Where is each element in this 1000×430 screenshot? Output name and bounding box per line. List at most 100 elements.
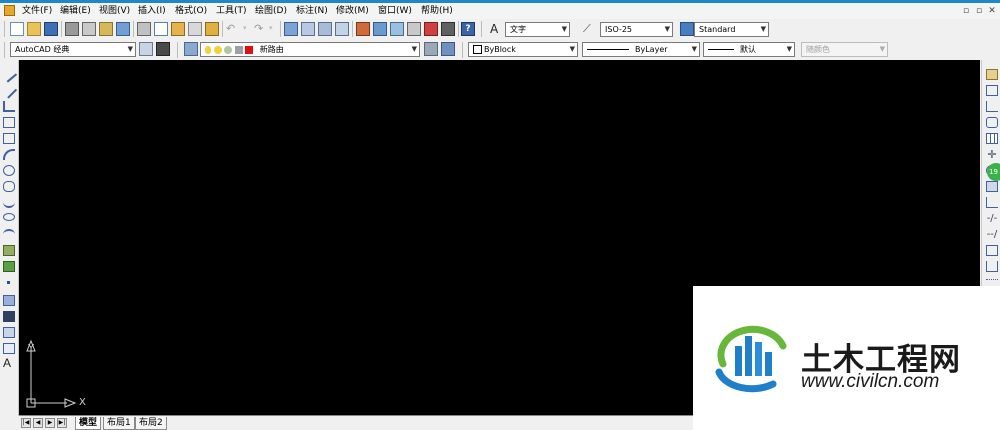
- menu-window[interactable]: 窗口(W): [378, 5, 412, 17]
- app-icon[interactable]: [4, 5, 15, 16]
- table-style-icon[interactable]: [680, 22, 694, 36]
- menu-edit[interactable]: 编辑(E): [60, 5, 91, 17]
- menu-view[interactable]: 视图(V): [99, 5, 130, 17]
- block-editor-icon[interactable]: [205, 22, 219, 36]
- layer-previous-icon[interactable]: [441, 42, 455, 56]
- markup-icon[interactable]: [424, 22, 438, 36]
- cut-icon[interactable]: [137, 22, 151, 36]
- table-style-select[interactable]: Standard ▼: [694, 22, 769, 37]
- spline-icon[interactable]: [3, 197, 15, 208]
- stretch-icon[interactable]: [986, 197, 998, 208]
- layer-manager-icon[interactable]: [184, 42, 198, 56]
- color-select[interactable]: ByBlock ▼: [468, 42, 578, 57]
- make-block-icon[interactable]: [3, 261, 15, 272]
- zoom-window-icon[interactable]: [318, 22, 332, 36]
- scale-icon[interactable]: [986, 181, 998, 192]
- zoom-previous-icon[interactable]: [335, 22, 349, 36]
- layer-select[interactable]: 新路由 ▼: [200, 42, 420, 57]
- dim-style-value: ISO-25: [605, 25, 633, 34]
- redo-icon[interactable]: ↷: [254, 22, 268, 36]
- ellipse-icon[interactable]: [3, 213, 15, 221]
- print-icon[interactable]: [65, 22, 79, 36]
- tab-model[interactable]: 模型: [75, 417, 102, 430]
- menu-draw[interactable]: 绘图(D): [255, 5, 287, 17]
- dim-style-icon[interactable]: ⟋: [583, 22, 597, 36]
- sheet-set-icon[interactable]: [407, 22, 421, 36]
- more-tools-icon[interactable]: [986, 279, 998, 283]
- move-icon[interactable]: ✛: [986, 149, 998, 160]
- first-tab-icon[interactable]: |◀: [21, 418, 31, 428]
- prev-tab-icon[interactable]: ◀: [33, 418, 43, 428]
- zoom-realtime-icon[interactable]: [301, 22, 315, 36]
- close-icon[interactable]: ✕: [986, 5, 998, 17]
- point-icon[interactable]: [7, 281, 10, 284]
- next-tab-icon[interactable]: ▶: [45, 418, 55, 428]
- text-style-select[interactable]: 文字 ▼: [505, 22, 570, 37]
- publish-icon[interactable]: [99, 22, 113, 36]
- open-folder-icon[interactable]: [27, 22, 41, 36]
- arc-icon[interactable]: [3, 149, 15, 160]
- multiline-text-icon[interactable]: A: [3, 357, 15, 369]
- minimize-icon[interactable]: ▫: [960, 5, 972, 17]
- break-icon[interactable]: [986, 261, 998, 272]
- new-file-icon[interactable]: [10, 22, 24, 36]
- offset-icon[interactable]: [986, 117, 998, 128]
- help-icon[interactable]: ?: [461, 22, 475, 36]
- pan-icon[interactable]: [284, 22, 298, 36]
- restore-icon[interactable]: ▫: [973, 5, 985, 17]
- ucs-y-label: Y: [28, 343, 35, 354]
- 3d-dwf-icon[interactable]: [116, 22, 130, 36]
- menu-format[interactable]: 格式(O): [175, 5, 207, 17]
- menu-modify[interactable]: 修改(M): [336, 5, 369, 17]
- table-icon[interactable]: [3, 343, 15, 354]
- break-at-point-icon[interactable]: [986, 245, 998, 256]
- insert-block-icon[interactable]: [3, 245, 15, 256]
- last-tab-icon[interactable]: ▶|: [57, 418, 67, 428]
- gradient-icon[interactable]: [3, 311, 15, 322]
- circle-icon[interactable]: [3, 165, 15, 176]
- tool-palettes-icon[interactable]: [390, 22, 404, 36]
- mirror-icon[interactable]: [986, 101, 998, 112]
- properties-icon[interactable]: [356, 22, 370, 36]
- design-center-icon[interactable]: [373, 22, 387, 36]
- line-icon[interactable]: [0, 66, 18, 83]
- match-properties-icon[interactable]: [188, 22, 202, 36]
- extend-icon[interactable]: --/: [986, 229, 998, 240]
- erase-icon[interactable]: [986, 69, 998, 80]
- print-preview-icon[interactable]: [82, 22, 96, 36]
- ellipse-arc-icon[interactable]: [3, 229, 15, 240]
- copy-icon[interactable]: [154, 22, 168, 36]
- trim-icon[interactable]: -/-: [986, 213, 998, 224]
- text-style-value: 文字: [510, 25, 526, 34]
- revision-cloud-icon[interactable]: [3, 181, 15, 192]
- text-style-icon[interactable]: A: [490, 22, 504, 36]
- construction-line-icon[interactable]: [0, 82, 18, 99]
- workspace-save-icon[interactable]: [156, 42, 170, 56]
- polyline-icon[interactable]: [3, 101, 15, 112]
- paste-icon[interactable]: [171, 22, 185, 36]
- workspace-settings-icon[interactable]: [139, 42, 153, 56]
- chevron-down-icon: ▼: [760, 25, 766, 33]
- status-badge[interactable]: 19: [987, 163, 1000, 181]
- calculator-icon[interactable]: [441, 22, 455, 36]
- dim-style-select[interactable]: ISO-25 ▼: [600, 22, 673, 37]
- rectangle-icon[interactable]: [3, 133, 15, 144]
- tab-layout2[interactable]: 布局2: [135, 417, 167, 430]
- make-current-layer-icon[interactable]: [424, 42, 438, 56]
- copy-object-icon[interactable]: [986, 85, 998, 96]
- workspace-select[interactable]: AutoCAD 经典 ▼: [10, 42, 136, 57]
- menu-insert[interactable]: 插入(I): [138, 5, 166, 17]
- lineweight-select[interactable]: 默认 ▼: [703, 42, 795, 57]
- menu-dimension[interactable]: 标注(N): [296, 5, 328, 17]
- menu-help[interactable]: 帮助(H): [421, 5, 453, 17]
- save-icon[interactable]: [44, 22, 58, 36]
- menu-file[interactable]: 文件(F): [22, 5, 52, 17]
- region-icon[interactable]: [3, 327, 15, 338]
- hatch-icon[interactable]: [3, 295, 15, 306]
- polygon-icon[interactable]: [3, 117, 15, 128]
- linetype-select[interactable]: ByLayer ▼: [582, 42, 700, 57]
- undo-icon[interactable]: ↶: [226, 22, 240, 36]
- menu-tools[interactable]: 工具(T): [216, 5, 247, 17]
- array-icon[interactable]: [986, 133, 998, 144]
- tab-layout1[interactable]: 布局1: [103, 417, 135, 430]
